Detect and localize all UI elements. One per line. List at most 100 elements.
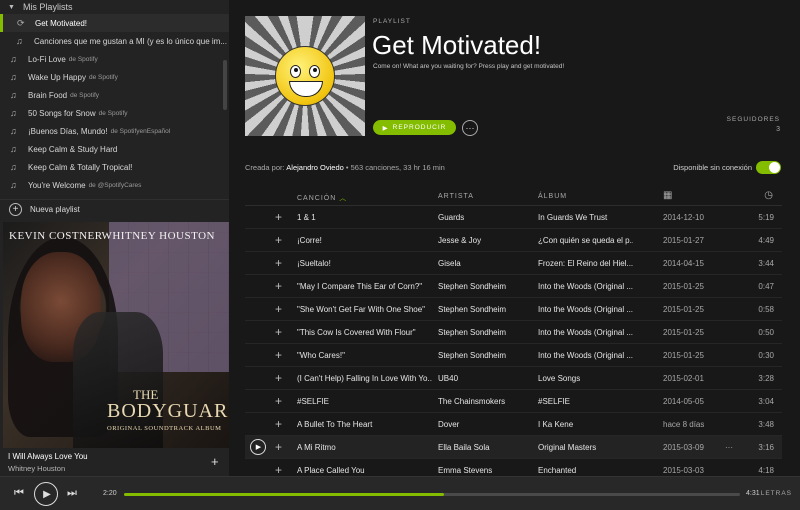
offline-toggle[interactable]: [756, 161, 781, 174]
sidebar-item-label: Lo-Fi Love: [28, 54, 66, 64]
add-track-icon[interactable]: +: [275, 210, 282, 224]
next-track-icon[interactable]: ⏭: [67, 487, 77, 500]
sidebar-item-playlist[interactable]: ♫ Lo-Fi Love de Spotify: [0, 50, 229, 68]
track-title: "This Cow Is Covered With Flour": [297, 328, 416, 337]
track-duration: 0:58: [758, 305, 774, 314]
lyrics-button[interactable]: LETRAS: [761, 490, 792, 497]
track-artist[interactable]: Gisela: [438, 259, 533, 268]
track-album[interactable]: Frozen: El Reino del Hiel...: [538, 259, 633, 268]
track-album[interactable]: #SELFIE: [538, 397, 633, 406]
more-options-button[interactable]: ···: [462, 120, 478, 136]
add-track-icon[interactable]: +: [275, 279, 282, 293]
col-album-header[interactable]: ÁLBUM: [538, 193, 567, 200]
music-note-icon: ♫: [10, 180, 17, 190]
col-song-header[interactable]: CANCIÓN ︿: [297, 193, 347, 203]
track-album[interactable]: In Guards We Trust: [538, 213, 633, 222]
col-artist-header[interactable]: ARTISTA: [438, 193, 474, 200]
track-artist[interactable]: Stephen Sondheim: [438, 328, 533, 337]
track-row[interactable]: ▶ + A Mi Ritmo Ella Baila Sola Original Mast…: [245, 436, 782, 459]
sidebar-item-playlist[interactable]: ♫ Wake Up Happy de Spotify: [0, 68, 229, 86]
track-album[interactable]: Into the Woods (Original ...: [538, 282, 633, 291]
track-artist[interactable]: The Chainsmokers: [438, 397, 533, 406]
new-playlist-button[interactable]: + Nueva playlist: [0, 199, 229, 219]
music-note-icon: ♫: [10, 54, 17, 64]
track-row[interactable]: + "May I Compare This Ear of Corn?" Stephe…: [245, 275, 782, 298]
track-artist[interactable]: Stephen Sondheim: [438, 305, 533, 314]
sidebar-item-playlist[interactable]: ♫ 50 Songs for Snow de Spotify: [0, 104, 229, 122]
track-duration: 3:28: [758, 374, 774, 383]
col-song-label: CANCIÓN: [297, 195, 337, 202]
track-row[interactable]: + ¡Corre! Jesse & Joy ¿Con quién se queda e…: [245, 229, 782, 252]
track-album[interactable]: Into the Woods (Original ...: [538, 305, 633, 314]
sidebar-item-label: Wake Up Happy: [28, 72, 86, 82]
sidebar-item-owner: de Spotify: [88, 73, 118, 81]
add-track-icon[interactable]: +: [275, 417, 282, 431]
track-row[interactable]: +1 & 1 Guards In Guards We Trust 2014-12-10…: [245, 206, 782, 229]
album-art[interactable]: KEVIN COSTNER WHITNEY HOUSTON THE BODYGU…: [3, 222, 229, 448]
track-album[interactable]: Enchanted: [538, 466, 633, 475]
track-artist[interactable]: UB40: [438, 374, 533, 383]
add-track-icon[interactable]: +: [275, 371, 282, 385]
play-pause-button[interactable]: ▶: [34, 482, 58, 506]
track-artist[interactable]: Stephen Sondheim: [438, 282, 533, 291]
track-row[interactable]: + "Who Cares!" Stephen Sondheim Into the Wo…: [245, 344, 782, 367]
track-row[interactable]: + ¡Sueltalo! Gisela Frozen: El Reino del Hi…: [245, 252, 782, 275]
player-bar: ⏮ ▶ ⏭ 2:20 4:31 LETRAS: [0, 476, 800, 510]
track-artist[interactable]: Dover: [438, 420, 533, 429]
smiley-right-eye: [309, 65, 320, 78]
track-album[interactable]: Into the Woods (Original ...: [538, 328, 633, 337]
track-more-icon[interactable]: ···: [725, 443, 733, 452]
now-playing-title[interactable]: I Will Always Love You: [8, 452, 223, 461]
previous-track-icon[interactable]: ⏮: [14, 487, 24, 500]
play-playlist-button[interactable]: ▶ REPRODUCIR: [373, 120, 456, 135]
add-track-icon[interactable]: +: [275, 394, 282, 408]
sidebar-item-playlist[interactable]: ♫ Keep Calm & Study Hard: [0, 140, 229, 158]
sidebar-item-playlist[interactable]: ⟳ Get Motivated!: [0, 14, 229, 32]
calendar-icon[interactable]: ▦: [663, 190, 673, 201]
track-artist[interactable]: Ella Baila Sola: [438, 443, 533, 452]
play-track-button[interactable]: ▶: [250, 439, 266, 455]
sidebar-item-owner: de @SpotifyCares: [88, 181, 142, 189]
add-track-icon[interactable]: +: [275, 302, 282, 316]
track-added-date: 2015-01-25: [663, 328, 704, 337]
track-row[interactable]: + A Bullet To The Heart Dover I Ka Kene hace…: [245, 413, 782, 436]
add-track-icon[interactable]: +: [275, 440, 282, 454]
my-playlists-header[interactable]: ▼ Mis Playlists: [0, 0, 229, 14]
track-album[interactable]: Into the Woods (Original ...: [538, 351, 633, 360]
track-row[interactable]: + #SELFIE The Chainsmokers #SELFIE 2014-05-0…: [245, 390, 782, 413]
track-artist[interactable]: Emma Stevens: [438, 466, 533, 475]
track-row[interactable]: + "She Won't Get Far With One Shoe" Stephe…: [245, 298, 782, 321]
track-duration: 3:44: [758, 259, 774, 268]
add-track-icon[interactable]: +: [275, 463, 282, 477]
sidebar-item-playlist[interactable]: ♫ Brain Food de Spotify: [0, 86, 229, 104]
track-duration: 3:04: [758, 397, 774, 406]
track-album[interactable]: I Ka Kene: [538, 420, 633, 429]
sidebar-item-owner: de Spotify: [70, 91, 100, 99]
sidebar-item-playlist[interactable]: ♫ You're Welcome de @SpotifyCares: [0, 176, 229, 194]
track-artist[interactable]: Jesse & Joy: [438, 236, 533, 245]
add-track-icon[interactable]: +: [275, 348, 282, 362]
track-artist[interactable]: Guards: [438, 213, 533, 222]
track-row[interactable]: + (I Can't Help) Falling In Love With Yo.…: [245, 367, 782, 390]
add-track-icon[interactable]: +: [275, 325, 282, 339]
playlist-title: Get Motivated!: [372, 30, 542, 60]
track-album[interactable]: Love Songs: [538, 374, 633, 383]
playlist-type-label: PLAYLIST: [373, 18, 411, 25]
now-playing-artist[interactable]: Whitney Houston: [8, 464, 223, 473]
add-track-icon[interactable]: +: [275, 233, 282, 247]
track-album[interactable]: ¿Con quién se queda el p...: [538, 236, 633, 245]
track-duration: 4:31: [746, 490, 760, 497]
sidebar-scrollbar[interactable]: [223, 60, 227, 110]
track-added-date: 2015-01-27: [663, 236, 704, 245]
track-artist[interactable]: Stephen Sondheim: [438, 351, 533, 360]
add-to-library-icon[interactable]: +: [211, 454, 219, 469]
sidebar-item-playlist[interactable]: ♫ Keep Calm & Totally Tropical!: [0, 158, 229, 176]
progress-bar[interactable]: [124, 493, 740, 496]
add-track-icon[interactable]: +: [275, 256, 282, 270]
track-row[interactable]: + "This Cow Is Covered With Flour" Stephen…: [245, 321, 782, 344]
track-album[interactable]: Original Masters: [538, 443, 633, 452]
sidebar-item-playlist[interactable]: ♫ Canciones que me gustan a MI (y es lo ú…: [0, 32, 229, 50]
playlist-owner-link[interactable]: Alejandro Oviedo: [286, 163, 344, 172]
clock-icon[interactable]: ◷: [764, 190, 774, 201]
sidebar-item-playlist[interactable]: ♫ ¡Buenos Días, Mundo! de SpotifyenEspañol: [0, 122, 229, 140]
